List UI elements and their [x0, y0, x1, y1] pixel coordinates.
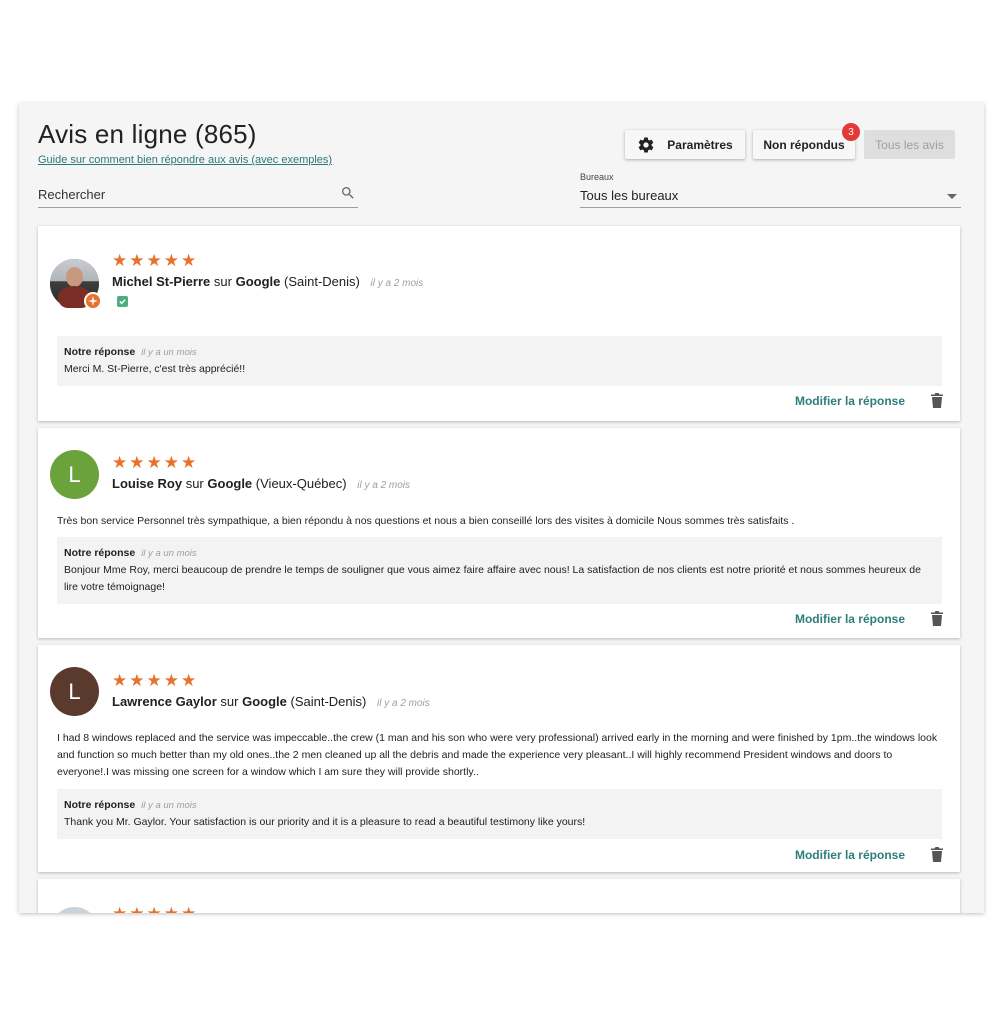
dropdown-caret-icon: [947, 194, 957, 199]
review-card: L ★ ★ ★ ★ ★ Louise Roy sur Google (Vieux-Qué…: [38, 428, 960, 638]
office-select-value: Tous les bureaux: [580, 188, 679, 203]
avatar: [50, 907, 99, 913]
office-select-label: Bureaux: [580, 172, 614, 182]
star-icon: ★: [181, 671, 197, 690]
star-rating: ★★★★★: [112, 905, 196, 913]
star-icon: ★: [163, 453, 179, 472]
star-icon: ★: [147, 905, 162, 913]
reply-box: Notre réponse il y a un mois Bonjour Mme …: [57, 537, 942, 604]
star-icon: ★: [163, 251, 179, 270]
reply-time: il y a un mois: [141, 347, 197, 358]
page-title: Avis en ligne (865): [38, 119, 257, 149]
reviewer-line: Louise Roy sur Google (Vieux-Québec) il …: [112, 476, 410, 491]
star-icon: ★: [164, 905, 179, 913]
star-icon: ★: [146, 671, 162, 690]
star-icon: ★: [112, 671, 128, 690]
unanswered-button[interactable]: Non répondus 3: [753, 123, 860, 159]
avatar-initial: L: [68, 461, 81, 487]
review-card: ★ ★ ★ ★ ★ Michel St-Pierre sur Google (Saint…: [38, 226, 960, 421]
review-location: (Saint-Denis): [290, 694, 367, 709]
reply-box: Notre réponse il y a un mois Thank you Mr…: [57, 789, 942, 839]
search-field: [38, 181, 358, 208]
all-reviews-button[interactable]: Tous les avis: [864, 130, 955, 159]
settings-button[interactable]: Paramètres: [625, 130, 745, 159]
reviewer-name: Lawrence Gaylor: [112, 694, 217, 709]
reviewer-line: Lawrence Gaylor sur Google (Saint-Denis)…: [112, 694, 430, 709]
office-select[interactable]: Bureaux Tous les bureaux: [580, 172, 961, 208]
star-icon: ★: [129, 251, 145, 270]
review-time: il y a 2 mois: [376, 698, 430, 709]
edit-reply-link[interactable]: Modifier la réponse: [795, 848, 905, 862]
reviewer-sur: sur: [220, 694, 239, 709]
reply-text: Merci M. St-Pierre, c'est très apprécié!…: [64, 363, 246, 375]
local-guide-badge-icon: [84, 292, 102, 310]
review-card: L ★ ★ ★ ★ ★ Lawrence Gaylor sur Google (Sain…: [38, 645, 960, 872]
reply-label: Notre réponse: [64, 346, 136, 358]
review-platform: Google: [207, 476, 253, 491]
star-icon: ★: [129, 453, 145, 472]
guide-link[interactable]: Guide sur comment bien répondre aux avis…: [38, 154, 332, 166]
star-icon: ★: [112, 251, 128, 270]
reviewer-line: Michel St-Pierre sur Google (Saint-Denis…: [112, 274, 423, 289]
star-icon: ★: [112, 905, 127, 913]
star-rating: ★★★★★: [112, 252, 196, 269]
check-icon: [117, 296, 128, 307]
review-platform: Google: [242, 694, 287, 709]
reply-label: Notre réponse: [64, 799, 136, 811]
avatar-initial: L: [68, 678, 81, 704]
reply-label: Notre réponse: [64, 547, 136, 559]
reviewer-sur: sur: [185, 476, 204, 491]
review-location: (Vieux-Québec): [255, 476, 347, 491]
search-icon[interactable]: [340, 185, 356, 201]
star-icon: ★: [146, 453, 162, 472]
review-location: (Saint-Denis): [283, 274, 360, 289]
reviewer-sur: sur: [213, 274, 232, 289]
star-icon: ★: [181, 251, 197, 270]
reply-time: il y a un mois: [141, 548, 197, 559]
trash-icon[interactable]: [931, 847, 943, 862]
review-time: il y a 2 mois: [370, 278, 424, 289]
star-icon: ★: [163, 671, 179, 690]
avatar: [50, 259, 102, 310]
trash-icon[interactable]: [931, 393, 943, 408]
reply-time: il y a un mois: [141, 800, 197, 811]
edit-reply-link[interactable]: Modifier la réponse: [795, 612, 905, 626]
search-input[interactable]: [38, 181, 328, 207]
reviews-panel: Avis en ligne (865) Guide sur comment bi…: [19, 103, 984, 913]
star-icon: ★: [181, 905, 196, 913]
avatar: L: [50, 450, 99, 499]
star-icon: ★: [146, 251, 162, 270]
review-time: il y a 2 mois: [357, 480, 411, 491]
star-rating: ★★★★★: [112, 672, 196, 689]
review-card: ★★★★★: [38, 879, 960, 913]
reply-text: Bonjour Mme Roy, merci beaucoup de prend…: [64, 564, 921, 593]
star-rating: ★★★★★: [112, 454, 196, 471]
reply-box: Notre réponse il y a un mois Merci M. St-…: [57, 336, 942, 386]
review-text: Très bon service Personnel très sympathi…: [57, 515, 795, 527]
review-platform: Google: [235, 274, 281, 289]
reviewer-name: Louise Roy: [112, 476, 183, 491]
review-text: I had 8 windows replaced and the service…: [57, 732, 938, 778]
unanswered-count-badge: 3: [842, 123, 860, 141]
edit-reply-link[interactable]: Modifier la réponse: [795, 394, 905, 408]
star-icon: ★: [112, 453, 128, 472]
star-icon: ★: [181, 453, 197, 472]
unanswered-label: Non répondus: [763, 137, 845, 152]
gear-icon: [638, 137, 654, 153]
avatar: L: [50, 667, 99, 716]
star-icon: ★: [129, 905, 144, 913]
settings-label: Paramètres: [667, 137, 733, 152]
trash-icon[interactable]: [931, 611, 943, 626]
reviewer-name: Michel St-Pierre: [112, 274, 211, 289]
reply-text: Thank you Mr. Gaylor. Your satisfaction …: [64, 816, 586, 828]
all-reviews-label: Tous les avis: [875, 137, 944, 152]
star-icon: ★: [129, 671, 145, 690]
